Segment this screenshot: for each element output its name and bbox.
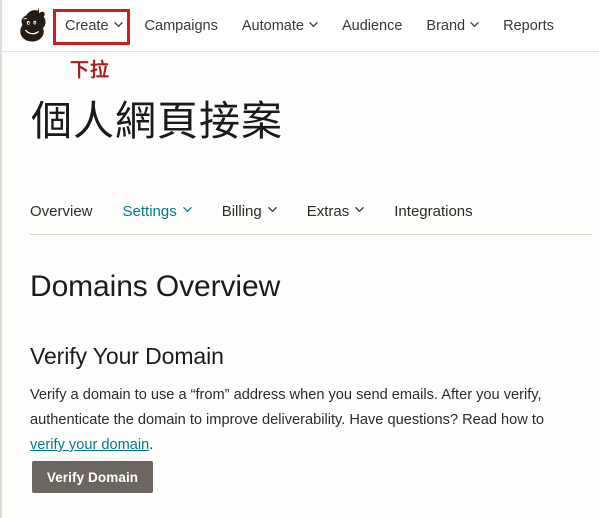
chevron-down-icon — [268, 205, 277, 214]
description-text-part2: . — [149, 437, 154, 453]
verify-domain-button-label: Verify Domain — [46, 469, 139, 485]
nav-item-label: Audience — [341, 18, 403, 34]
section-subheading-verify-your-domain: Verify Your Domain — [30, 343, 224, 369]
verify-your-domain-link[interactable]: verify your domain — [30, 437, 149, 453]
tab-settings[interactable]: Settings — [123, 203, 192, 222]
description-text-part1: Verify a domain to use a “from” address … — [30, 387, 545, 428]
chevron-down-icon — [113, 20, 123, 29]
nav-item-label: Create — [65, 18, 109, 34]
tab-label: Overview — [30, 203, 93, 220]
chevron-down-icon — [182, 205, 192, 214]
nav-item-brand[interactable]: Brand — [414, 13, 491, 39]
chevron-down-icon — [470, 20, 479, 29]
tab-integrations[interactable]: Integrations — [394, 203, 472, 222]
tab-billing[interactable]: Billing — [222, 203, 277, 222]
nav-item-audience[interactable]: Audience — [330, 13, 414, 39]
nav-item-campaigns[interactable]: Campaigns — [133, 13, 230, 39]
annotation-label: 下拉 — [70, 59, 111, 81]
top-navigation-bar: Create Campaigns Automate Audience Brand — [2, 0, 599, 52]
tab-label: Billing — [221, 203, 262, 220]
tab-label: Extras — [306, 203, 350, 220]
verify-domain-description: Verify a domain to use a “from” address … — [30, 383, 582, 458]
nav-item-label: Reports — [503, 18, 554, 34]
tab-extras[interactable]: Extras — [307, 203, 365, 222]
chevron-down-icon — [309, 20, 318, 29]
nav-item-label: Automate — [241, 18, 304, 34]
verify-domain-button[interactable]: Verify Domain — [32, 461, 153, 493]
nav-item-automate[interactable]: Automate — [230, 13, 330, 39]
mailchimp-freddie-logo[interactable] — [14, 7, 50, 44]
tab-label: Settings — [122, 203, 177, 220]
settings-tab-bar: Overview Settings Billing Extras Integra… — [30, 203, 473, 222]
tab-label: Integrations — [394, 203, 473, 220]
tab-bar-divider — [30, 234, 592, 235]
nav-item-create[interactable]: Create — [54, 13, 133, 39]
tab-overview[interactable]: Overview — [30, 203, 93, 222]
nav-item-label: Brand — [426, 18, 466, 34]
chevron-down-icon — [355, 205, 364, 214]
nav-item-label: Campaigns — [144, 18, 218, 34]
section-heading-domains-overview: Domains Overview — [30, 270, 281, 303]
nav-items: Create Campaigns Automate Audience Brand — [54, 0, 566, 52]
nav-item-reports[interactable]: Reports — [491, 13, 566, 39]
page-title: 個人網頁接案 — [31, 97, 283, 145]
browser-page: Create Campaigns Automate Audience Brand — [0, 0, 599, 518]
